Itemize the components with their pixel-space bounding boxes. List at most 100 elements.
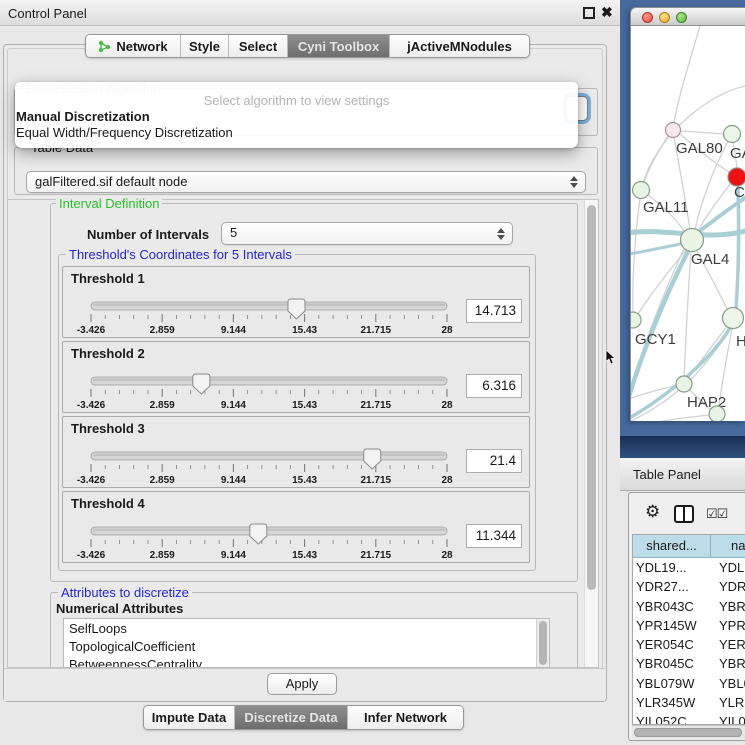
table-row[interactable]: YDR27...YDR2: [633, 577, 745, 596]
network-node[interactable]: [666, 123, 681, 138]
slider-thumb[interactable]: [193, 374, 210, 394]
svg-text:9.144: 9.144: [221, 475, 246, 486]
threshold-2-panel: Threshold 2 -3.4262.8599.14415.4321.7152…: [62, 341, 530, 413]
svg-text:28: 28: [441, 325, 453, 336]
scrollbar-thumb[interactable]: [587, 205, 596, 590]
table-row[interactable]: YPR145WYPR1: [633, 616, 745, 635]
tab-jactivemnodules[interactable]: jActiveMNodules: [389, 35, 529, 57]
cell-name: YLR3: [711, 693, 745, 712]
network-edge: [698, 183, 731, 231]
checkbox-icons[interactable]: ☑☑: [706, 506, 727, 522]
algorithm-dropdown-popup: Select algorithm to view settings Manual…: [15, 82, 578, 148]
tab-network[interactable]: Network: [86, 35, 180, 57]
table-panel: ⚙ ☑☑ shared... na YDL19...YDL1YDR27...YD…: [628, 492, 745, 741]
algorithm-option-equal-width[interactable]: Equal Width/Frequency Discretization: [16, 125, 233, 140]
zoom-traffic-light-icon[interactable]: [676, 12, 687, 23]
threshold-4-value-field[interactable]: 11.344: [466, 524, 522, 548]
svg-text:9.144: 9.144: [221, 550, 246, 561]
number-of-intervals-select[interactable]: 5: [221, 222, 513, 245]
attributes-group-title: Attributes to discretize: [58, 585, 192, 600]
network-node[interactable]: [723, 308, 744, 329]
network-node[interactable]: [633, 182, 650, 199]
svg-text:21.715: 21.715: [361, 400, 392, 411]
tab-label: Network: [116, 39, 167, 54]
table-panel-titlebar: Table Panel: [620, 458, 745, 491]
tab-impute-data[interactable]: Impute Data: [144, 706, 234, 729]
close-traffic-light-icon[interactable]: [642, 12, 653, 23]
table-row[interactable]: YDL19...YDL1: [633, 558, 745, 577]
algorithm-popup-hint: Select algorithm to view settings: [15, 93, 578, 108]
svg-text:-3.426: -3.426: [77, 325, 106, 336]
tab-cyni-toolbox[interactable]: Cyni Toolbox: [287, 35, 389, 57]
network-canvas[interactable]: GAL80GACGAL11GAL4GCY1HHAP2: [630, 26, 745, 421]
network-node-label: GA: [730, 145, 745, 162]
table-row[interactable]: YER054CYER0: [633, 635, 745, 654]
tab-style[interactable]: Style: [180, 35, 228, 57]
float-window-icon[interactable]: [583, 7, 595, 19]
network-edge: [674, 26, 700, 123]
table-row[interactable]: YBL079WYBL0: [633, 674, 745, 693]
columns-icon[interactable]: [674, 505, 694, 523]
column-header-name[interactable]: na: [711, 535, 745, 558]
threshold-3-slider[interactable]: -3.4262.8599.14415.4321.71528: [71, 441, 471, 487]
threshold-2-value-field[interactable]: 6.316: [466, 374, 522, 398]
svg-text:15.43: 15.43: [292, 475, 317, 486]
threshold-2-slider[interactable]: -3.4262.8599.14415.4321.71528: [71, 366, 471, 412]
attribute-list-item[interactable]: TopologicalCoefficient: [64, 637, 549, 655]
cell-name: YBL0: [711, 674, 745, 693]
numerical-attributes-label: Numerical Attributes: [56, 601, 183, 616]
table-horizontal-scrollbar[interactable]: [632, 725, 745, 739]
threshold-3-value-field[interactable]: 21.4: [466, 449, 522, 473]
table-data-select[interactable]: galFiltered.sif default node: [26, 171, 586, 193]
svg-text:28: 28: [441, 400, 453, 411]
scrollbar-thumb[interactable]: [634, 728, 742, 737]
network-window-titlebar[interactable]: [630, 7, 745, 26]
minimize-traffic-light-icon[interactable]: [659, 12, 670, 23]
threshold-1-value-field[interactable]: 14.713: [466, 299, 522, 323]
network-node[interactable]: [631, 312, 641, 328]
table-row[interactable]: YLR345WYLR3: [633, 693, 745, 712]
network-edge: [684, 252, 691, 376]
table-row[interactable]: YIL052CYIL0: [633, 712, 745, 725]
table-row[interactable]: YBR043CYBR0: [633, 597, 745, 616]
desktop-bottom-edge: [620, 436, 745, 458]
cell-shared-name: YIL052C: [633, 712, 711, 725]
numerical-attributes-list[interactable]: SelfLoopsTopologicalCoefficientBetweenne…: [63, 618, 550, 668]
threshold-4-panel: Threshold 4 -3.4262.8599.14415.4321.7152…: [62, 491, 530, 563]
attributes-list-scrollbar[interactable]: [536, 619, 549, 667]
attribute-list-item[interactable]: SelfLoops: [64, 619, 549, 637]
tab-infer-network[interactable]: Infer Network: [347, 706, 463, 729]
close-icon[interactable]: ✖: [601, 4, 613, 21]
network-view-window: GAL80GACGAL11GAL4GCY1HHAP2: [630, 7, 745, 421]
network-node-label: H: [736, 333, 745, 350]
cell-name: YER0: [711, 635, 745, 654]
gear-icon[interactable]: ⚙: [645, 503, 660, 520]
apply-button[interactable]: Apply: [267, 673, 337, 695]
network-node[interactable]: [681, 229, 704, 252]
tab-select[interactable]: Select: [228, 35, 287, 57]
attribute-list-item[interactable]: BetweennessCentrality: [64, 655, 549, 668]
svg-text:21.715: 21.715: [361, 475, 392, 486]
network-node[interactable]: [709, 406, 725, 421]
svg-text:28: 28: [441, 550, 453, 561]
algorithm-option-manual[interactable]: Manual Discretization: [16, 109, 150, 124]
column-header-shared-name[interactable]: shared...: [633, 535, 711, 558]
table-header-row: shared... na: [633, 535, 745, 558]
settings-vertical-scrollbar[interactable]: [584, 200, 598, 667]
slider-thumb[interactable]: [364, 449, 381, 469]
stepper-icons: [570, 176, 578, 188]
threshold-4-slider[interactable]: -3.4262.8599.14415.4321.71528: [71, 516, 471, 562]
cell-shared-name: YLR345W: [633, 693, 711, 712]
apply-row: Apply: [4, 668, 605, 701]
slider-thumb[interactable]: [250, 524, 267, 544]
svg-text:15.43: 15.43: [292, 325, 317, 336]
threshold-3-panel: Threshold 3 -3.4262.8599.14415.4321.7152…: [62, 416, 530, 488]
tab-discretize-data[interactable]: Discretize Data: [234, 706, 347, 729]
table-row[interactable]: YBR045CYBR0: [633, 654, 745, 673]
network-node[interactable]: [676, 376, 692, 392]
svg-text:9.144: 9.144: [221, 325, 246, 336]
svg-text:2.859: 2.859: [150, 325, 175, 336]
threshold-1-slider[interactable]: -3.4262.8599.14415.4321.71528: [71, 291, 471, 337]
network-node[interactable]: [724, 126, 741, 143]
cell-shared-name: YER054C: [633, 635, 711, 654]
